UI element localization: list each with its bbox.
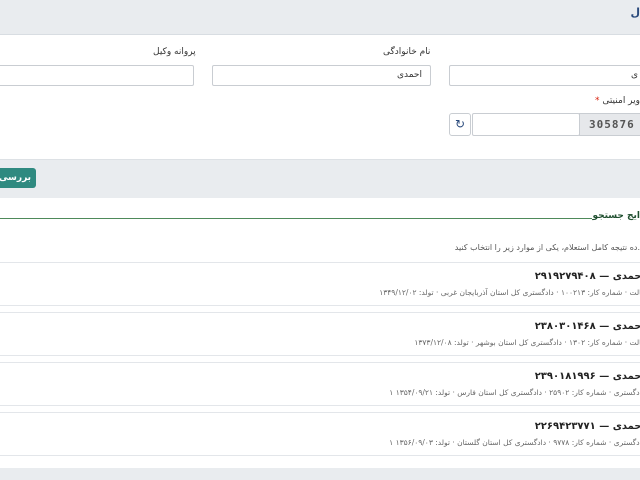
result-subtitle: کالت · شماره کار: ۱۰۰۲۱۳ · دادگستری کل ا… xyxy=(379,288,640,297)
result-title: احمدی — ۲۳۹۰۱۸۱۹۹۶ xyxy=(534,371,640,382)
result-card[interactable]: احمدی — ۲۳۹۰۱۸۱۹۹۶ ۱ دادگستری · شماره کا… xyxy=(0,362,640,406)
page-title: ل xyxy=(630,6,640,19)
bottom-strip xyxy=(0,468,640,480)
result-card[interactable]: احمدی — ۲۳۸۰۳۰۱۴۶۸ کالت · شماره کار: ۱۳۰… xyxy=(0,312,640,356)
results-panel: ايج جستجو ده نتیجه کامل استعلام، یکی از … xyxy=(0,198,640,480)
result-title: احمدی — ۲۳۸۰۳۰۱۴۶۸ xyxy=(534,321,640,332)
result-title: احمدی — ۲۲۶۹۴۲۳۷۷۱ xyxy=(534,421,640,432)
captcha-refresh-button[interactable]: ↻ xyxy=(449,113,471,136)
search-form: پروانه وکیل نام خانوادگی احمدی ی * وير ا… xyxy=(0,35,640,160)
results-title: ايج جستجو xyxy=(592,211,640,221)
lawyer-license-input[interactable] xyxy=(0,65,194,86)
search-button[interactable]: بررسی xyxy=(0,168,36,188)
captcha-input[interactable] xyxy=(472,113,580,136)
results-hint: ده نتیجه کامل استعلام، یکی از موارد زیر … xyxy=(454,243,640,252)
last-name-label: نام خانوادگی xyxy=(383,47,431,57)
result-title: احمدی — ۲۹۱۹۲۷۹۴۰۸ xyxy=(534,271,640,282)
refresh-icon: ↻ xyxy=(454,117,466,131)
action-bar: بررسی xyxy=(0,160,640,196)
result-subtitle: ۱ دادگستری · شماره کار: ۹۷۷۸ · دادگستری … xyxy=(389,438,640,447)
result-subtitle: کالت · شماره کار: ۱۳۰۲ · دادگستری کل است… xyxy=(414,338,640,347)
result-card[interactable]: احمدی — ۲۲۶۹۴۲۳۷۷۱ ۱ دادگستری · شماره کا… xyxy=(0,412,640,456)
page-header: ل xyxy=(0,0,640,35)
results-divider xyxy=(0,218,592,219)
required-mark: * xyxy=(594,96,600,106)
captcha-label: * وير امنيتی xyxy=(594,96,640,106)
result-card[interactable]: احمدی — ۲۹۱۹۲۷۹۴۰۸ کالت · شماره کار: ۱۰۰… xyxy=(0,262,640,306)
first-name-input[interactable]: ی xyxy=(449,65,640,86)
lawyer-license-label: پروانه وکیل xyxy=(153,47,196,57)
result-subtitle: ۱ دادگستری · شماره کار: ۲۵۹۰۲ · دادگستری… xyxy=(389,388,640,397)
last-name-input[interactable]: احمدی xyxy=(212,65,431,86)
captcha-image: 305876 xyxy=(579,113,640,136)
